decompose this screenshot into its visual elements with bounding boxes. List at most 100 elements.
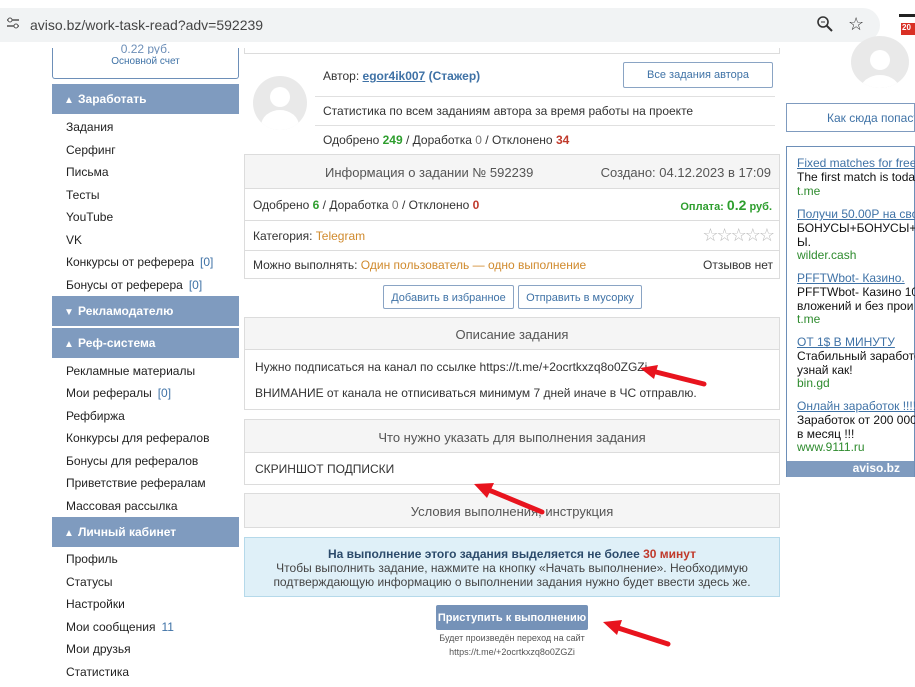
sidebar-item-friends[interactable]: Мои друзья <box>66 642 131 656</box>
section-ref-title: Реф-система <box>78 336 156 350</box>
url-text[interactable]: aviso.bz/work-task-read?adv=592239 <box>30 17 263 33</box>
task-category: Категория: Telegram <box>253 229 366 243</box>
author-avatar[interactable] <box>253 76 307 130</box>
task-execution-row: Можно выполнять: Один пользователь — одн… <box>244 251 780 279</box>
sidebar-item-surfing[interactable]: Серфинг <box>66 143 116 157</box>
ad-link-4[interactable]: bin.gd <box>797 376 830 390</box>
ad-title-5[interactable]: Онлайн заработок !!!! <box>797 399 915 413</box>
sidebar-item-ref-exchange[interactable]: Рефбиржа <box>66 409 125 423</box>
balance-value: 0.22 руб. <box>120 42 171 54</box>
ad-text-1: The first match is today <box>797 170 915 184</box>
divider <box>315 96 775 97</box>
sidebar-item-settings[interactable]: Настройки <box>66 597 125 611</box>
sidebar-item-referral-bonuses[interactable]: Бонусы для рефералов <box>66 454 198 468</box>
ad-text-4a: Стабильный заработо <box>797 349 915 363</box>
author-status: (Стажер) <box>428 69 481 83</box>
chevron-down-icon: ▼ <box>64 307 74 318</box>
task-category-row: Категория: Telegram ☆☆☆☆☆ <box>244 221 780 251</box>
sidebar-item-ad-materials[interactable]: Рекламные материалы <box>66 364 195 378</box>
sidebar-item-referral-contests[interactable]: Конкурсы для рефералов <box>66 431 209 445</box>
ad-text-4b: узнай как! <box>797 363 853 377</box>
top-spacer <box>244 48 780 54</box>
sidebar-item-referral-greeting[interactable]: Приветствие рефералам <box>66 476 206 490</box>
section-earn-title: Заработать <box>78 92 147 106</box>
description-line-2: ВНИМАНИЕ от канала не отписиваться миним… <box>255 386 697 400</box>
sidebar-item-my-referrals[interactable]: Мои рефералы [0] <box>66 386 171 400</box>
sidebar-item-statistics[interactable]: Статистика <box>66 665 129 679</box>
ad-link-2[interactable]: wilder.cash <box>797 248 856 262</box>
annotation-arrow-2 <box>474 483 545 515</box>
description-line-1: Нужно подписаться на канал по ссылке htt… <box>255 360 648 374</box>
task-created-date: Создано: 04.12.2023 в 17:09 <box>600 165 771 180</box>
chevron-up-icon: ▲ <box>64 95 74 106</box>
ad-title-2[interactable]: Получи 50.00Р на свой <box>797 207 915 221</box>
ad-title-4[interactable]: ОТ 1$ В МИНУТУ <box>797 335 895 349</box>
time-limit-notice: На выполнение этого задания выделяется н… <box>244 537 780 597</box>
section-cabinet-title: Личный кабинет <box>78 525 177 539</box>
ads-footer[interactable]: aviso.bz <box>787 461 914 477</box>
right-avatar <box>851 36 909 88</box>
sidebar-item-messages[interactable]: Мои сообщения 11 <box>66 620 174 634</box>
sidebar-item-mass-mailing[interactable]: Массовая рассылка <box>66 499 178 513</box>
bookmark-star-icon[interactable]: ☆ <box>848 14 864 35</box>
sidebar-item-letters[interactable]: Письма <box>66 165 109 179</box>
send-to-trash-button[interactable]: Отправить в мусорку <box>518 285 642 309</box>
calendar-extension-icon[interactable]: 20 <box>899 14 915 35</box>
author-stats-text: Статистика по всем заданиям автора за вр… <box>323 104 694 118</box>
ad-link-3[interactable]: t.me <box>797 312 820 326</box>
add-to-favorites-button[interactable]: Добавить в избранное <box>383 285 514 309</box>
sidebar-item-statuses[interactable]: Статусы <box>66 575 113 589</box>
sidebar-item-youtube[interactable]: YouTube <box>66 210 113 224</box>
how-to-get-here-button[interactable]: Как сюда попаст <box>786 103 915 132</box>
task-reviews: Отзывов нет <box>703 258 773 272</box>
task-info-title: Информация о задании № 592239 <box>325 165 534 180</box>
site-settings-icon[interactable] <box>6 16 20 30</box>
report-text: СКРИНШОТ ПОДПИСКИ <box>255 462 395 476</box>
ad-text-2b: Ы. <box>797 235 811 249</box>
task-info-header: Информация о задании № 592239 Создано: 0… <box>244 154 780 189</box>
notice-line-3: подтверждающую информацию о выполнении з… <box>273 575 751 589</box>
task-stats-row: Одобрено 6 / Доработка 0 / Отклонено 0 О… <box>244 189 780 221</box>
section-cabinet[interactable]: ▲ Личный кабинет <box>52 517 239 547</box>
ad-title-1[interactable]: Fixed matches for free! <box>797 156 915 170</box>
ad-text-3b: вложений и без прои <box>797 299 914 313</box>
task-payment: Оплата: 0.2 руб. <box>680 197 772 213</box>
ad-text-2a: БОНУСЫ+БОНУСЫ+Б <box>797 221 915 235</box>
sidebar-item-referrer-contests[interactable]: Конкурсы от реферера [0] <box>66 255 213 269</box>
section-advertiser[interactable]: ▼ Рекламодателю <box>52 296 239 326</box>
section-ref-system[interactable]: ▲ Реф-система <box>52 328 239 358</box>
rating-stars[interactable]: ☆☆☆☆☆ <box>702 225 775 246</box>
sidebar-item-referrer-bonuses[interactable]: Бонусы от реферера [0] <box>66 278 202 292</box>
section-earn[interactable]: ▲ Заработать <box>52 84 239 114</box>
main-account-label[interactable]: Основной счет <box>53 56 238 67</box>
all-author-tasks-button[interactable]: Все задания автора <box>623 62 773 88</box>
ad-link-5[interactable]: www.9111.ru <box>797 440 865 454</box>
chevron-up-icon: ▲ <box>64 339 74 350</box>
sidebar-item-vk[interactable]: VK <box>66 233 82 247</box>
notice-line-2: Чтобы выполнить задание, нажмите на кноп… <box>276 561 748 575</box>
start-task-button[interactable]: Приступить к выполнению <box>436 605 588 630</box>
ad-text-5b: в месяц !!! <box>797 427 855 441</box>
task-stats-counts: Одобрено 6 / Доработка 0 / Отклонено 0 <box>253 198 480 212</box>
sidebar-item-profile[interactable]: Профиль <box>66 552 118 566</box>
ad-text-3a: PFFTWbot- Казино 10 <box>797 285 915 299</box>
author-stats-counts: Одобрено 249 / Доработка 0 / Отклонено 3… <box>323 133 570 147</box>
ad-link-1[interactable]: t.me <box>797 184 820 198</box>
author-name-link[interactable]: egor4ik007 <box>363 69 426 83</box>
description-header: Описание задания <box>244 317 780 350</box>
notice-line-1: На выполнение этого задания выделяется н… <box>327 547 697 561</box>
sidebar-item-tasks[interactable]: Задания <box>66 120 113 134</box>
divider <box>315 125 775 126</box>
ads-panel: Fixed matches for free! The first match … <box>786 146 915 477</box>
annotation-arrow-1 <box>640 365 707 387</box>
zoom-icon[interactable] <box>817 16 833 35</box>
ad-title-3[interactable]: PFFTWbot- Казино. <box>797 271 905 285</box>
account-balance-box[interactable]: 0.22 руб. Основной счет <box>52 42 239 79</box>
sidebar-item-tests[interactable]: Тесты <box>66 188 99 202</box>
annotation-arrow-3 <box>603 620 671 647</box>
chevron-up-icon: ▲ <box>64 528 74 539</box>
redirect-note: Будет произведён переход на сайт <box>439 633 585 643</box>
author-line: Автор: egor4ik007 (Стажер) <box>323 69 480 83</box>
task-execution-mode: Можно выполнять: Один пользователь — одн… <box>253 258 587 272</box>
ad-text-5a: Заработок от 200 000 <box>797 413 915 427</box>
